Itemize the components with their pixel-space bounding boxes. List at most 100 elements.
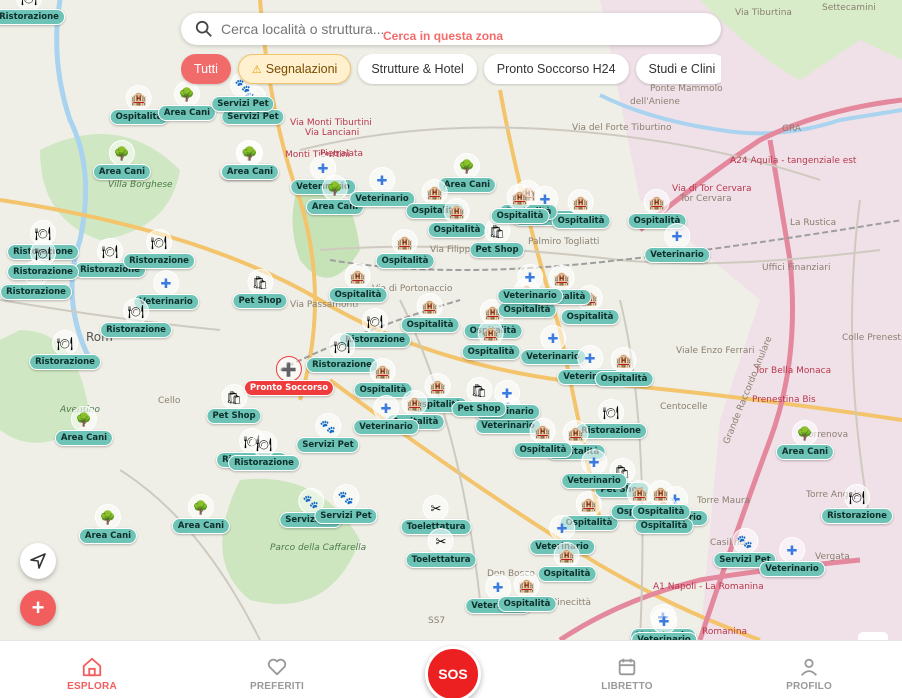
restaurant-icon: 🍽 <box>97 238 123 264</box>
map-marker[interactable]: 🍽Ristorazione <box>228 431 300 471</box>
map-marker[interactable]: ✚Veterinario <box>353 395 419 435</box>
sos-button[interactable]: SOS <box>425 646 481 698</box>
vet-icon: ✚ <box>663 223 690 249</box>
tree-icon: 🌳 <box>94 504 121 530</box>
search-icon <box>195 20 212 37</box>
marker-label: Area Cani <box>775 444 835 460</box>
marker-label: Area Cani <box>92 164 152 180</box>
nav-item-esplora[interactable]: ESPLORA <box>47 656 137 692</box>
filter-chip[interactable]: Strutture & Hotel <box>358 54 477 84</box>
street-label: Settecamini <box>822 3 876 13</box>
map-marker[interactable]: 🏨Ospitalità <box>400 293 460 333</box>
map-marker[interactable]: 🛍 Pet Shop <box>451 377 507 417</box>
map-marker[interactable]: 🛍 Pet Shop <box>469 218 525 258</box>
vet-icon: ✚ <box>368 167 395 193</box>
nav-label: LIBRETTO <box>601 681 653 692</box>
marker-label: Ristorazione <box>100 322 172 338</box>
street-label: Romanina <box>702 627 748 637</box>
map-marker[interactable]: 🌳Area Cani <box>220 140 280 180</box>
map-marker[interactable]: ✚Veterinario <box>644 223 710 263</box>
hotel-icon: 🏨 <box>370 358 396 384</box>
tree-icon: 🌳 <box>321 175 348 201</box>
filter-chips: Tutti ⚠ Segnalazioni Strutture & Hotel Pront… <box>181 54 721 86</box>
vet-icon: ✚ <box>516 264 543 290</box>
map-marker[interactable]: 🍽Ristorazione <box>29 330 101 370</box>
map-marker[interactable]: ✚Veterinario <box>759 537 825 577</box>
marker-label: Ospitalità <box>497 596 557 612</box>
hotel-icon: 🏨 <box>530 418 556 444</box>
nav-item-libretto[interactable]: LIBRETTO <box>582 656 672 692</box>
hotel-icon: 🏨 <box>126 85 152 111</box>
map-marker[interactable]: 🏨Ospitalità <box>551 189 611 229</box>
map-marker[interactable]: 🌳Area Cani <box>54 406 114 446</box>
map-marker[interactable]: 🛍 Pet Shop <box>232 269 288 309</box>
shop-icon: 🛍 <box>466 377 492 403</box>
map-marker[interactable]: 🏨Ospitalità <box>497 572 557 612</box>
plus-icon: + <box>31 595 45 620</box>
map-marker[interactable]: 🏨Ospitalità <box>375 229 435 269</box>
map-marker[interactable]: ✂ Toelettatura <box>405 528 477 568</box>
map-marker[interactable]: 🏨Ospitalità <box>594 347 654 387</box>
marker-label: Veterinario <box>497 288 563 304</box>
nav-item-profilo[interactable]: PROFILO <box>764 656 854 692</box>
map-marker[interactable]: 🐾Servizi Pet <box>296 413 360 453</box>
nav-label: PREFERITI <box>249 681 305 692</box>
map-marker[interactable]: 🌳Area Cani <box>171 494 231 534</box>
street-label: Colle Prenestino <box>842 333 902 343</box>
locate-button[interactable] <box>20 543 56 579</box>
street-label: Uffici Finanziari <box>762 263 831 273</box>
map-marker[interactable]: 🏨Ospitalità <box>490 184 550 224</box>
marker-label: Servizi Pet <box>211 96 275 112</box>
map-marker[interactable]: ✚Veterinario <box>631 608 697 640</box>
map-marker[interactable]: 🌳Area Cani <box>78 504 138 544</box>
search-area-button[interactable]: Cerca in questa zona <box>383 29 503 43</box>
tree-icon: 🌳 <box>187 494 214 520</box>
restaurant-icon: 🍽 <box>844 484 870 510</box>
filter-chip[interactable]: ⚠ Segnalazioni <box>237 54 352 84</box>
marker-label: Area Cani <box>54 430 114 446</box>
pet-service-icon: 🐾 <box>332 484 359 510</box>
street-label: Cello <box>158 396 181 406</box>
filter-chip[interactable]: Studi e Clini <box>635 54 721 84</box>
grooming-icon: ✂ <box>422 495 449 521</box>
filter-chip-label: Strutture & Hotel <box>371 62 464 76</box>
filter-chip[interactable]: Pronto Soccorso H24 <box>483 54 629 84</box>
marker-label: Servizi Pet <box>296 437 360 453</box>
map-marker[interactable]: 🐾Servizi Pet <box>314 484 378 524</box>
map-marker[interactable]: 🌳Area Cani <box>92 140 152 180</box>
tree-icon: 🌳 <box>70 406 97 432</box>
map-view[interactable]: Via Tiburtina Ponte Mammolo dell'Aniene Via… <box>0 0 902 640</box>
marker-label: Ristorazione <box>0 9 65 25</box>
restaurant-icon: 🍽 <box>30 240 56 266</box>
shop-icon: 🛍 <box>247 269 273 295</box>
filter-chip-label: Segnalazioni <box>265 62 338 76</box>
map-marker[interactable]: 🏨Ospitalità <box>631 480 691 520</box>
street-label: Tor Cervara <box>680 194 732 204</box>
filter-chip[interactable]: Tutti <box>181 54 231 84</box>
map-marker[interactable]: 🏨Ospitalità <box>461 320 521 360</box>
hotel-icon: 🏨 <box>648 480 674 506</box>
map-marker[interactable]: 🍽Ristorazione <box>7 240 79 280</box>
map-marker[interactable]: 🌳Area Cani <box>775 420 835 460</box>
filter-chip-label: Tutti <box>194 62 218 76</box>
nav-item-preferiti[interactable]: PREFERITI <box>232 656 322 692</box>
hotel-icon: 🏨 <box>478 320 504 346</box>
restaurant-icon: 🍽 <box>52 330 78 356</box>
map-marker[interactable]: 🌳Area Cani <box>157 81 217 121</box>
map-marker[interactable]: 🍽Ristorazione <box>821 484 893 524</box>
map-marker[interactable]: 🍽Ristorazione <box>123 229 195 269</box>
tree-icon: 🌳 <box>108 140 135 166</box>
add-report-button[interactable]: + <box>20 590 56 626</box>
marker-label: Ospitalità <box>631 504 691 520</box>
vet-icon: ✚ <box>650 608 677 634</box>
map-marker[interactable]: 🛍 Pet Shop <box>206 384 262 424</box>
hotel-icon: 🏨 <box>576 491 602 517</box>
home-icon <box>82 657 102 677</box>
profile-icon <box>800 658 818 676</box>
map-marker[interactable]: 🍽Ristorazione <box>100 298 172 338</box>
map-marker[interactable]: ✚Veterinario <box>497 264 563 304</box>
restaurant-icon: 🍽 <box>362 308 388 334</box>
map-marker[interactable]: 🍽Ristorazione <box>0 0 65 25</box>
map-marker[interactable]: 🏨Ospitalità <box>328 263 388 303</box>
marker-label: Ospitalità <box>594 371 654 387</box>
